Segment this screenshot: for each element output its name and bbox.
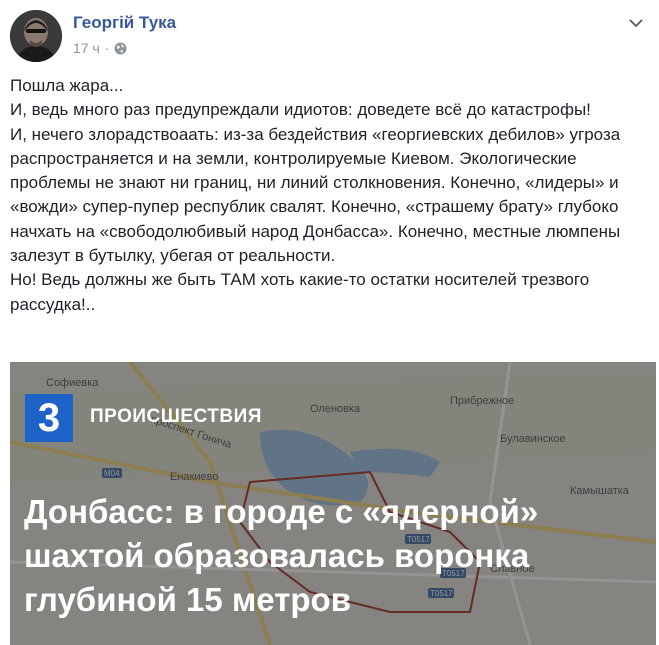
avatar-photo: [10, 10, 62, 62]
avatar[interactable]: [10, 10, 62, 62]
shared-link-image[interactable]: Софиевка Оленовка Прибрежное Булавинское…: [10, 362, 656, 645]
news-category: ПРОИСШЕСТВИЯ: [90, 406, 262, 427]
channel-logo: 3: [25, 394, 73, 442]
news-headline: Донбасс: в городе с «ядерной» шахтой обр…: [24, 493, 539, 618]
globe-icon[interactable]: [114, 42, 127, 55]
post-line: И, ведь много раз предупреждали идиотов:…: [10, 100, 591, 120]
post-line: Пошла жара...: [10, 76, 124, 95]
post-meta: 17 ч ·: [73, 40, 127, 56]
author-name[interactable]: Георгій Тука: [73, 13, 176, 33]
post-body: Пошла жара... И, ведь много раз предупре…: [10, 74, 650, 317]
post-header: Георгій Тука 17 ч ·: [10, 10, 650, 62]
post-time[interactable]: 17 ч: [73, 40, 100, 56]
chevron-down-icon[interactable]: [628, 16, 644, 28]
post-line: И, нечего злорадствоаать: из-за бездейст…: [10, 124, 621, 266]
meta-separator: ·: [104, 40, 110, 56]
post-line: Но! Ведь должны же быть ТАМ хоть какие-т…: [10, 270, 590, 314]
